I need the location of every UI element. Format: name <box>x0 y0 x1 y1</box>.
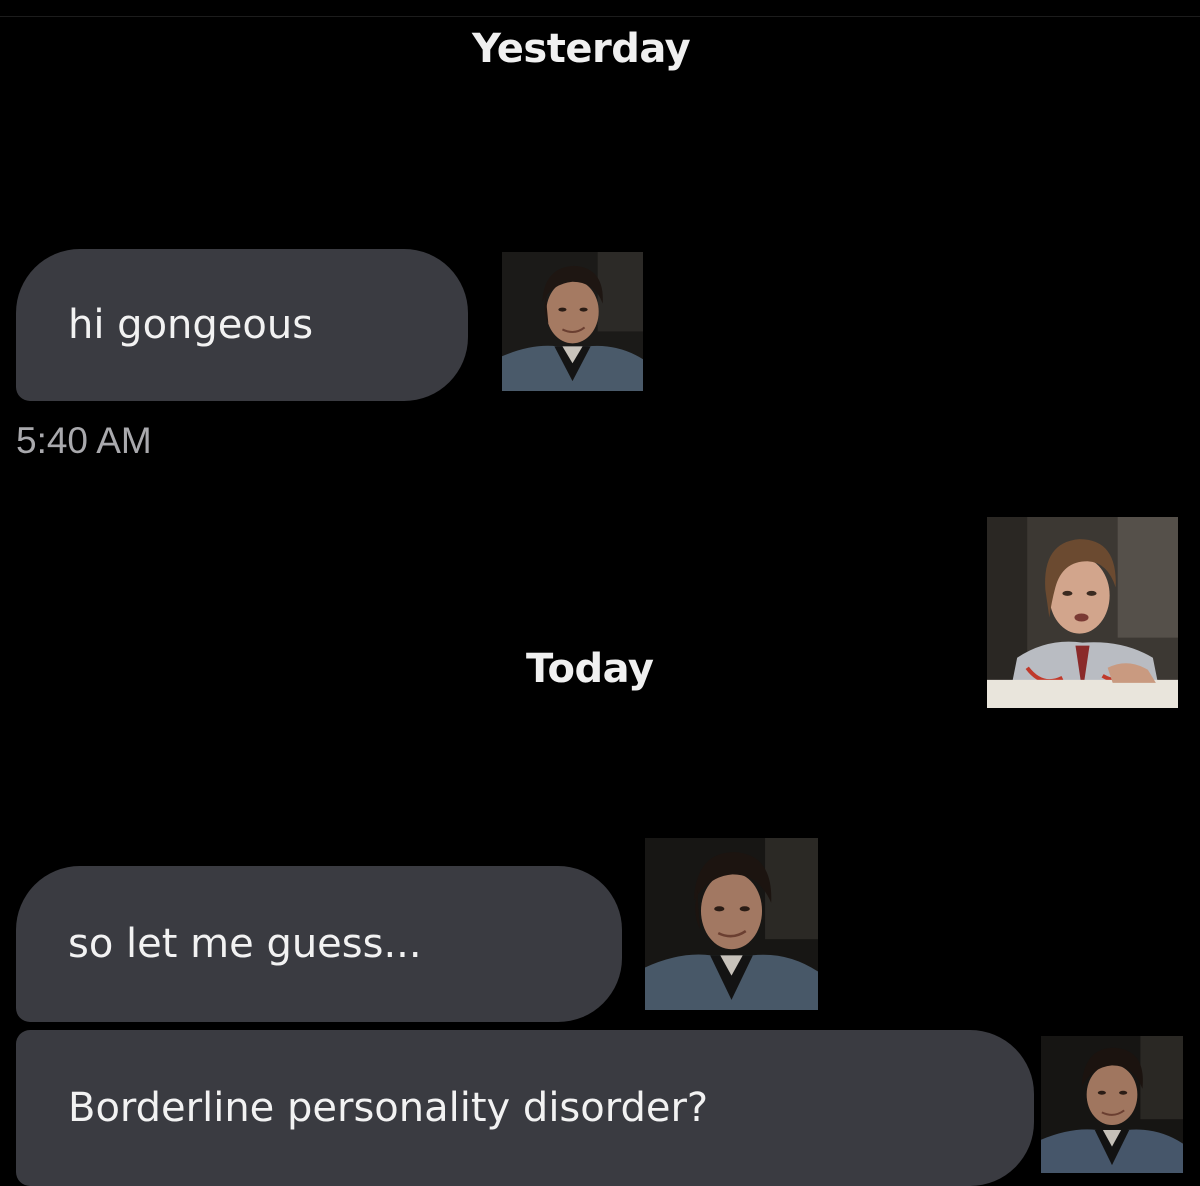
man-smirking-photo-icon <box>1041 1036 1183 1173</box>
date-separator-today: Today <box>526 646 654 692</box>
top-divider <box>0 16 1200 17</box>
reaction-photo-smirk <box>1041 1036 1183 1173</box>
message-text: so let me guess... <box>68 921 422 967</box>
reaction-photo-smirk <box>502 252 643 391</box>
man-smirking-photo-icon <box>502 252 643 391</box>
young-man-shirt-tie-photo-icon <box>987 517 1178 708</box>
message-bubble[interactable]: so let me guess... <box>16 866 622 1022</box>
reaction-photo-shirt-tie <box>987 517 1178 708</box>
reaction-photo-smirk <box>645 838 818 1010</box>
message-text: Borderline personality disorder? <box>68 1085 709 1131</box>
message-bubble[interactable]: Borderline personality disorder? <box>16 1030 1034 1186</box>
man-smirking-photo-icon <box>645 838 818 1010</box>
message-text: hi gongeous <box>68 302 314 348</box>
message-timestamp: 5:40 AM <box>16 420 152 461</box>
date-separator-yesterday: Yesterday <box>472 26 691 72</box>
message-bubble[interactable]: hi gongeous <box>16 249 468 401</box>
